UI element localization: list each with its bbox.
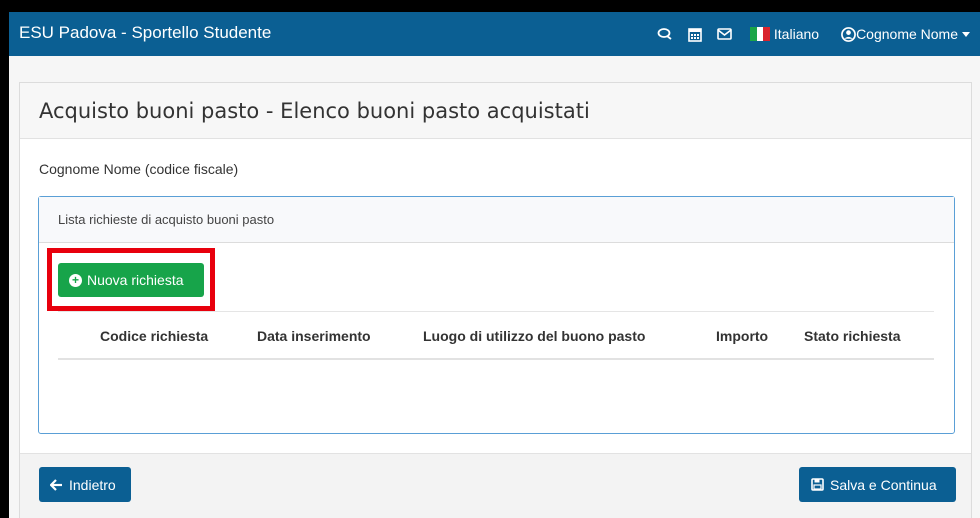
column-header[interactable]: Data inserimento — [257, 328, 371, 344]
column-header[interactable]: Stato richiesta — [804, 328, 900, 344]
user-circle-icon — [841, 26, 856, 42]
save-continue-button[interactable]: Salva e Continua — [799, 467, 956, 502]
save-label: Salva e Continua — [830, 476, 937, 493]
italian-flag-icon — [749, 27, 770, 41]
new-request-button[interactable]: + Nuova richiesta — [58, 263, 204, 297]
table-divider — [58, 358, 934, 360]
person-label: Cognome Nome (codice fiscale) — [39, 161, 239, 177]
panel-heading: Lista richieste di acquisto buoni pasto — [39, 197, 954, 243]
save-icon — [811, 478, 824, 491]
app-title[interactable]: ESU Padova - Sportello Studente — [19, 23, 271, 43]
column-header[interactable]: Importo — [716, 328, 768, 344]
table-divider — [58, 311, 934, 312]
main-card: Acquisto buoni pasto - Elenco buoni past… — [19, 82, 972, 518]
chevron-down-icon — [962, 31, 970, 37]
navbar-right: Italiano Cognome Nome — [650, 12, 970, 56]
requests-panel: Lista richieste di acquisto buoni pasto … — [38, 196, 955, 434]
back-button[interactable]: Indietro — [39, 467, 131, 502]
user-menu[interactable]: Cognome Nome — [841, 26, 970, 42]
column-header[interactable]: Luogo di utilizzo del buono pasto — [423, 328, 645, 344]
app-frame: ESU Padova - Sportello Studente Italiano… — [9, 12, 980, 518]
table-header: Codice richiesta Data inserimento Luogo … — [58, 317, 934, 359]
back-label: Indietro — [69, 476, 116, 493]
top-navbar: ESU Padova - Sportello Studente Italiano… — [9, 12, 980, 56]
column-header[interactable]: Codice richiesta — [100, 328, 208, 344]
card-header: Acquisto buoni pasto - Elenco buoni past… — [20, 83, 971, 139]
plus-circle-icon: + — [69, 273, 82, 287]
language-label: Italiano — [773, 26, 820, 42]
language-selector[interactable]: Italiano — [749, 26, 820, 42]
arrow-left-icon — [50, 478, 63, 491]
envelope-icon[interactable] — [710, 12, 740, 56]
chat-icon[interactable] — [650, 12, 680, 56]
page-title: Acquisto buoni pasto - Elenco buoni past… — [39, 99, 590, 123]
card-footer: Indietro Salva e Continua — [20, 453, 971, 518]
calendar-icon[interactable] — [680, 12, 710, 56]
user-name: Cognome Nome — [856, 26, 958, 42]
new-request-label: Nuova richiesta — [87, 272, 184, 288]
